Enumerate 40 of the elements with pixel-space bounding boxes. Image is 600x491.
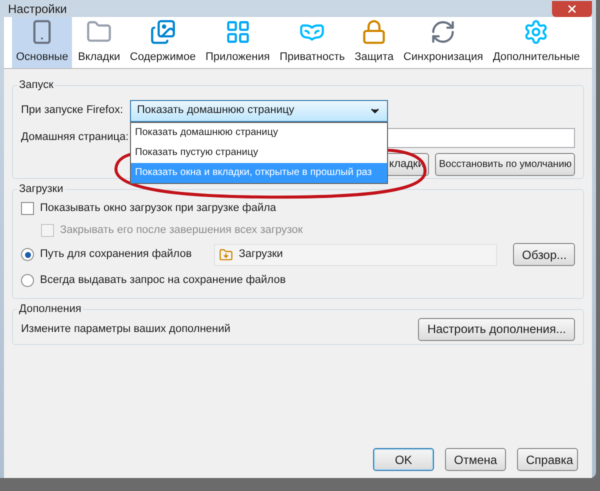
startup-dropdown[interactable]: Показать домашнюю страницу xyxy=(130,100,388,122)
toolbar-tab[interactable]: Основные xyxy=(12,17,72,68)
group-title: Дополнения xyxy=(18,302,82,317)
toolbar-tab[interactable]: Дополнительные xyxy=(488,17,584,68)
close-button[interactable] xyxy=(552,0,592,16)
lock-icon xyxy=(361,18,388,44)
group-title: Запуск xyxy=(18,78,54,93)
sync-icon xyxy=(430,18,456,44)
checkbox-label: Показывать окно загрузок при загрузке файла xyxy=(40,201,276,216)
restore-default-button[interactable]: Восстановить по умолчанию xyxy=(435,152,575,176)
settings-icon xyxy=(523,18,550,44)
images-icon xyxy=(150,18,176,44)
field-label: При запуске Firefox: xyxy=(21,103,124,118)
dialog-button[interactable]: OK xyxy=(373,448,434,471)
folder-icon xyxy=(86,18,112,44)
dialog-button[interactable]: Справка xyxy=(517,448,578,471)
radio-label: Всегда выдавать запрос на сохранение файлов xyxy=(40,273,286,288)
radio-label: Путь для сохранения файлов xyxy=(40,247,192,262)
addons-text: Измените параметры ваших дополнений xyxy=(21,322,230,337)
toolbar-tab[interactable]: Приложения xyxy=(201,17,274,68)
toolbar-tab[interactable]: Приватность xyxy=(276,17,349,68)
window-title: Настройки xyxy=(7,0,67,18)
toolbar-tab[interactable]: Синхронизация xyxy=(399,17,488,68)
download-folder-field[interactable]: Загрузки xyxy=(214,244,497,266)
checkbox-label: Закрывать его после завершения всех загрузок xyxy=(60,223,303,238)
dropdown-option[interactable]: Показать пустую страницу xyxy=(131,142,387,162)
dialog-button[interactable]: Отмена xyxy=(445,448,506,471)
checkbox[interactable] xyxy=(21,202,34,215)
close-icon xyxy=(566,2,578,14)
configure-addons-button[interactable]: Настроить дополнения... xyxy=(418,318,575,340)
dropdown-option[interactable]: Показать домашнюю страницу xyxy=(131,122,387,142)
folder-icon xyxy=(218,248,233,262)
toolbar-tab[interactable]: Защита xyxy=(350,17,398,68)
browse-button[interactable]: Обзор... xyxy=(513,243,575,266)
radio-button[interactable] xyxy=(21,274,34,287)
toolbar-tab[interactable]: Вкладки xyxy=(74,17,124,68)
toolbar-tab[interactable]: Содержимое xyxy=(126,17,200,68)
group-title: Загрузки xyxy=(18,182,64,197)
radio-button[interactable] xyxy=(21,248,34,261)
grid-icon xyxy=(224,18,251,44)
